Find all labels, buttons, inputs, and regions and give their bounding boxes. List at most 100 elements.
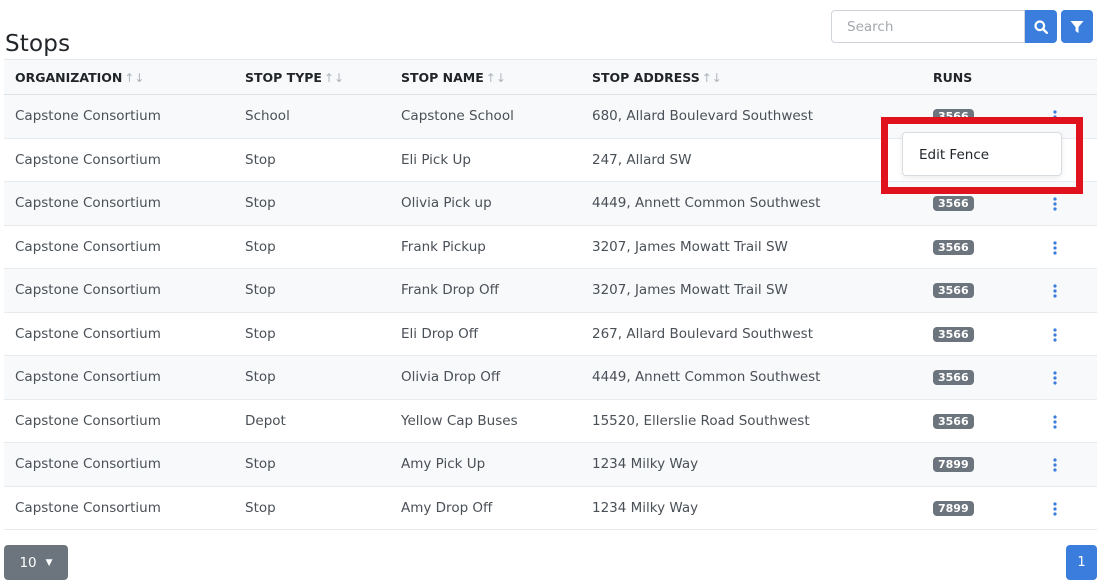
cell-stop-address: 3207, James Mowatt Trail SW	[592, 238, 788, 255]
cell-organization: Capstone Consortium	[15, 108, 161, 124]
table-row: Capstone Consortium Depot Yellow Cap Buses…	[4, 400, 1097, 443]
header-stop-type[interactable]: STOP TYPE ↑↓	[245, 60, 344, 96]
header-stop-type-label: STOP TYPE	[245, 70, 322, 85]
cell-organization: Capstone Consortium	[15, 456, 161, 472]
sort-icon: ↑↓	[124, 71, 145, 85]
cell-stop-name: Frank Drop Off	[401, 282, 499, 298]
run-badge[interactable]: 3566	[933, 196, 974, 211]
cell-stop-name: Olivia Pick up	[401, 195, 492, 211]
cell-organization: Capstone Consortium	[15, 325, 161, 342]
row-menu-button[interactable]	[1047, 369, 1063, 387]
cell-runs: 3566	[933, 269, 974, 312]
header-stop-address-label: STOP ADDRESS	[592, 70, 700, 85]
search-icon	[1034, 19, 1048, 34]
cell-stop-name: Capstone School	[401, 108, 514, 124]
row-menu-button[interactable]	[1047, 456, 1063, 474]
highlight-box	[881, 117, 1083, 194]
table-row: Capstone Consortium Stop Frank Drop Off 320…	[4, 269, 1097, 313]
run-badge[interactable]: 3566	[933, 326, 974, 342]
cell-stop-address: 1234 Milky Way	[592, 456, 699, 472]
row-menu-button[interactable]	[1047, 326, 1063, 344]
cell-stop-type: Stop	[245, 369, 276, 385]
header-runs: RUNS	[933, 70, 973, 85]
table-row: Capstone Consortium Stop Olivia Drop Off 44…	[4, 356, 1097, 400]
sort-icon: ↑↓	[323, 71, 345, 85]
cell-stop-type: Stop	[245, 325, 276, 342]
cell-stop-address: 3207, James Mowatt Trail SW	[592, 282, 788, 298]
kebab-vertical-icon	[1053, 371, 1057, 385]
header-stop-name-label: STOP NAME	[401, 70, 484, 85]
cell-stop-address: 4449, Annett Common Southwest	[592, 369, 821, 385]
cell-stop-name: Frank Pickup	[401, 238, 486, 255]
row-menu-button[interactable]	[1047, 195, 1063, 213]
cell-organization: Capstone Consortium	[15, 195, 161, 211]
cell-stop-type: Stop	[245, 238, 276, 255]
cell-stop-name: Amy Pick Up	[401, 456, 486, 472]
search-input[interactable]	[831, 10, 1025, 43]
cell-runs: 3566	[933, 313, 974, 356]
run-badge[interactable]: 7899	[933, 457, 974, 472]
cell-runs: 7899	[933, 487, 974, 530]
search-group	[831, 10, 1057, 43]
run-badge[interactable]: 3566	[933, 239, 974, 255]
cell-stop-address: 1234 Milky Way	[592, 499, 699, 516]
kebab-vertical-icon	[1053, 501, 1057, 516]
cell-organization: Capstone Consortium	[15, 499, 161, 516]
kebab-vertical-icon	[1053, 197, 1057, 211]
cell-runs: 3566	[933, 226, 974, 269]
cell-organization: Capstone Consortium	[15, 412, 161, 429]
run-badge[interactable]: 3566	[933, 283, 974, 298]
cell-stop-type: Stop	[245, 195, 276, 211]
kebab-vertical-icon	[1053, 240, 1057, 255]
filter-button[interactable]	[1061, 10, 1093, 43]
cell-stop-name: Yellow Cap Buses	[401, 412, 518, 429]
cell-stop-type: Stop	[245, 499, 276, 516]
header-organization-label: ORGANIZATION	[15, 70, 123, 85]
cell-stop-name: Eli Drop Off	[401, 325, 479, 342]
sort-icon: ↑↓	[701, 71, 722, 85]
row-menu-button[interactable]	[1047, 413, 1063, 431]
kebab-vertical-icon	[1053, 284, 1057, 298]
per-page-dropdown[interactable]: 10 ▼	[4, 545, 68, 580]
cell-stop-type: Depot	[245, 412, 286, 429]
page-title: Stops	[5, 31, 71, 58]
cell-organization: Capstone Consortium	[15, 238, 161, 255]
row-menu-button[interactable]	[1047, 500, 1063, 518]
cell-stop-name: Olivia Drop Off	[401, 369, 501, 385]
search-button[interactable]	[1025, 10, 1057, 43]
cell-stop-address: 4449, Annett Common Southwest	[592, 195, 821, 211]
cell-stop-name: Amy Drop Off	[401, 499, 493, 516]
run-badge[interactable]: 3566	[933, 370, 974, 385]
table-header: ORGANIZATION ↑↓ STOP TYPE ↑↓ STOP NAME ↑↓ S…	[4, 59, 1097, 95]
header-organization[interactable]: ORGANIZATION ↑↓	[15, 60, 144, 96]
table-row: Capstone Consortium Stop Amy Drop Off 1234 …	[4, 487, 1097, 530]
kebab-vertical-icon	[1053, 414, 1057, 429]
table-row: Capstone Consortium Stop Eli Drop Off 267, …	[4, 313, 1097, 356]
header-stop-name[interactable]: STOP NAME ↑↓	[401, 60, 506, 96]
table-row: Capstone Consortium Stop Frank Pickup 3207,…	[4, 226, 1097, 269]
kebab-vertical-icon	[1053, 458, 1057, 472]
per-page-value: 10	[19, 554, 37, 571]
cell-stop-name: Eli Pick Up	[401, 151, 471, 168]
run-badge[interactable]: 3566	[933, 413, 974, 429]
cell-stop-type: Stop	[245, 151, 276, 168]
cell-stop-address: 247, Allard SW	[592, 151, 692, 168]
page-button-1[interactable]: 1	[1066, 545, 1097, 580]
caret-down-icon: ▼	[45, 557, 53, 568]
cell-stop-address: 267, Allard Boulevard Southwest	[592, 325, 814, 342]
cell-runs: 3566	[933, 356, 974, 399]
kebab-vertical-icon	[1053, 327, 1057, 342]
cell-stop-address: 15520, Ellerslie Road Southwest	[592, 412, 810, 429]
run-badge[interactable]: 7899	[933, 500, 974, 516]
header-stop-address[interactable]: STOP ADDRESS ↑↓	[592, 60, 722, 96]
sort-icon: ↑↓	[485, 71, 506, 85]
table-row: Capstone Consortium Stop Amy Pick Up 1234 M…	[4, 443, 1097, 487]
row-menu-button[interactable]	[1047, 282, 1063, 300]
cell-runs: 3566	[933, 400, 974, 443]
row-menu-button[interactable]	[1047, 239, 1063, 257]
cell-organization: Capstone Consortium	[15, 151, 161, 168]
cell-stop-type: Stop	[245, 282, 276, 298]
cell-organization: Capstone Consortium	[15, 282, 161, 298]
filter-icon	[1070, 20, 1084, 33]
cell-organization: Capstone Consortium	[15, 369, 161, 385]
